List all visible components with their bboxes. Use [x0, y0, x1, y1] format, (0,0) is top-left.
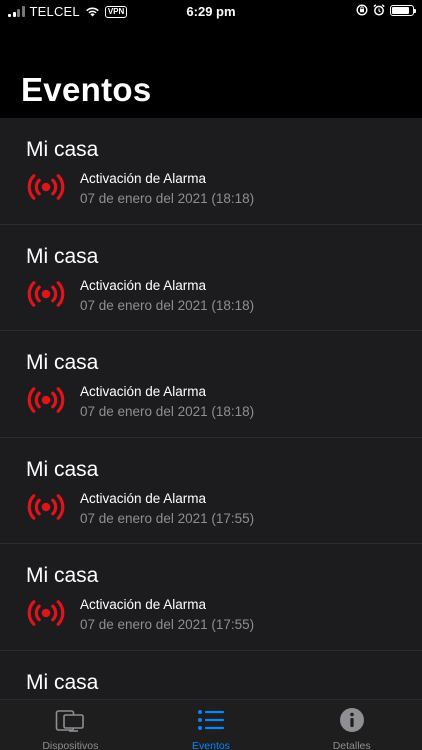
tab-label-eventos: Eventos: [192, 740, 230, 750]
event-title: Mi casa: [26, 351, 99, 374]
alarm-signal-icon: [26, 280, 66, 308]
event-list[interactable]: Mi casa Activación de Alarma 07 de enero…: [0, 118, 422, 699]
status-bar: TELCEL VPN 6:29 pm: [0, 0, 422, 24]
event-date: 07 de enero del 2021 (17:55): [80, 510, 255, 526]
tab-label-dispositivos: Dispositivos: [42, 740, 99, 750]
event-date: 07 de enero del 2021 (18:18): [80, 297, 255, 313]
page-title: Eventos: [21, 71, 152, 108]
event-label: Activación de Alarma: [80, 597, 207, 612]
event-date: 07 de enero del 2021 (17:55): [80, 617, 255, 632]
orientation-lock-icon: [356, 4, 368, 16]
event-title: Mi casa: [26, 564, 99, 587]
event-date: 07 de enero del 2021 (18:18): [80, 404, 255, 419]
event-date: 07 de enero del 2021 (18:18): [80, 191, 255, 206]
tab-eventos[interactable]: Eventos: [141, 700, 282, 750]
alarm-signal-icon: [26, 493, 66, 521]
list-icon: [196, 707, 226, 733]
info-icon: [337, 707, 367, 733]
devices-icon: [55, 707, 85, 733]
event-list-item[interactable]: Mi casa Activación de Alarma 07 de enero…: [0, 438, 422, 544]
event-title: Mi casa: [26, 244, 99, 268]
tab-detalles[interactable]: Detalles: [281, 700, 422, 750]
event-list-item[interactable]: Mi casa Activación de Alarma 07 de enero…: [0, 544, 422, 651]
status-right: [356, 4, 416, 16]
event-title: Mi casa: [26, 457, 99, 481]
event-list-item[interactable]: Mi casa Activación de Alarma 07 de enero…: [0, 331, 422, 438]
event-list-item[interactable]: Mi casa: [0, 651, 422, 700]
event-label: Activación de Alarma: [80, 171, 207, 186]
event-label: Activación de Alarma: [80, 490, 207, 506]
tab-label-detalles: Detalles: [332, 740, 371, 750]
event-label: Activación de Alarma: [80, 277, 207, 293]
event-list-item[interactable]: Mi casa Activación de Alarma 07 de enero…: [0, 225, 422, 331]
tab-bar: Dispositivos Eventos Detalles: [0, 699, 422, 750]
screen: TELCEL VPN 6:29 pm Eventos Mi casa Activ…: [0, 0, 422, 750]
event-title: Mi casa: [26, 670, 99, 694]
alarm-clock-icon: [373, 4, 385, 16]
alarm-signal-icon: [26, 173, 66, 201]
event-label: Activación de Alarma: [80, 384, 207, 399]
event-title: Mi casa: [26, 138, 99, 161]
alarm-signal-icon: [26, 599, 66, 627]
alarm-signal-icon: [26, 386, 66, 414]
tab-dispositivos[interactable]: Dispositivos: [0, 700, 141, 750]
battery-icon: [390, 4, 416, 16]
event-list-item[interactable]: Mi casa Activación de Alarma 07 de enero…: [0, 118, 422, 225]
battery-level: [392, 6, 409, 14]
